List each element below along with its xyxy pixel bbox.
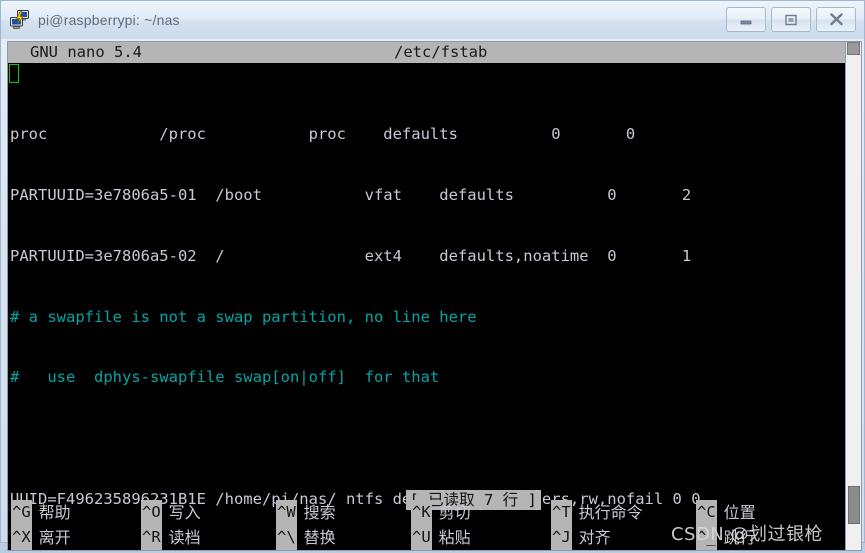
shortcut-key: ^_: [696, 525, 717, 551]
shortcut-label: 离开: [38, 528, 71, 548]
terminal-with-scrollbar: GNU nano 5.4 /etc/fstab proc /proc proc …: [7, 41, 862, 552]
shortcut-label: 替换: [303, 528, 336, 548]
close-button[interactable]: [816, 7, 856, 32]
shortcut-help[interactable]: ^G 帮助: [11, 500, 141, 526]
shortcut-key: ^\: [276, 525, 297, 551]
shortcut-key: ^T: [551, 500, 572, 526]
shortcut-read-file[interactable]: ^R 读档: [141, 525, 276, 551]
putty-icon: [9, 9, 31, 31]
shortcut-label: 对齐: [578, 528, 611, 548]
putty-window: pi@raspberrypi: ~/nas GNU nano 5.4 /etc/…: [0, 0, 865, 552]
shortcut-label: 写入: [168, 503, 201, 523]
shortcut-key: ^J: [551, 525, 572, 551]
window-controls: [726, 7, 856, 32]
shortcut-row-2: ^X 离开 ^R 读档 ^\ 替换 ^U 粘贴 ^J 对齐 ^_ 跳行: [11, 525, 845, 551]
editor-line[interactable]: PARTUUID=3e7806a5-01 /boot vfat defaults…: [10, 185, 845, 205]
shortcut-search[interactable]: ^W 搜索: [276, 500, 411, 526]
editor-line[interactable]: PARTUUID=3e7806a5-02 / ext4 defaults,noa…: [10, 246, 845, 266]
scrollbar-top-marker: [847, 42, 860, 55]
editor-line[interactable]: proc /proc proc defaults 0 0: [10, 124, 845, 144]
text-cursor: [9, 64, 19, 83]
shortcut-location[interactable]: ^C 位置: [696, 500, 756, 526]
shortcut-row-1: ^G 帮助 ^O 写入 ^W 搜索 ^K 剪切 ^T 执行命令 ^C 位置: [11, 500, 845, 526]
shortcut-key: ^X: [11, 525, 32, 551]
shortcut-key: ^K: [411, 500, 432, 526]
shortcut-key: ^G: [11, 500, 32, 526]
nano-version-label: GNU nano 5.4: [30, 43, 142, 61]
shortcut-exit[interactable]: ^X 离开: [11, 525, 141, 551]
editor-line[interactable]: # use dphys-swapfile swap[on|off] for th…: [10, 367, 845, 387]
shortcut-label: 粘贴: [438, 528, 471, 548]
shortcut-label: 执行命令: [578, 503, 643, 523]
editor-line[interactable]: [10, 428, 845, 448]
shortcut-label: 帮助: [38, 503, 71, 523]
shortcut-key: ^R: [141, 525, 162, 551]
shortcut-key: ^U: [411, 525, 432, 551]
shortcut-justify[interactable]: ^J 对齐: [551, 525, 696, 551]
shortcut-label: 剪切: [438, 503, 471, 523]
shortcut-key: ^W: [276, 500, 297, 526]
maximize-button[interactable]: [771, 7, 811, 32]
shortcut-execute[interactable]: ^T 执行命令: [551, 500, 696, 526]
window-title: pi@raspberrypi: ~/nas: [38, 12, 180, 28]
shortcut-paste[interactable]: ^U 粘贴: [411, 525, 551, 551]
shortcut-label: 位置: [723, 503, 756, 523]
terminal-client-area: GNU nano 5.4 /etc/fstab proc /proc proc …: [1, 39, 864, 553]
minimize-button[interactable]: [726, 7, 766, 32]
editor-line[interactable]: # a swapfile is not a swap partition, no…: [10, 307, 845, 327]
scrollbar-thumb[interactable]: [848, 486, 860, 525]
putty-terminal[interactable]: GNU nano 5.4 /etc/fstab proc /proc proc …: [7, 41, 845, 552]
shortcut-replace[interactable]: ^\ 替换: [276, 525, 411, 551]
shortcut-goto-line[interactable]: ^_ 跳行: [696, 525, 756, 551]
shortcut-label: 读档: [168, 528, 201, 548]
window-titlebar[interactable]: pi@raspberrypi: ~/nas: [1, 1, 864, 39]
nano-header-bar: GNU nano 5.4 /etc/fstab: [8, 42, 845, 63]
shortcut-key: ^C: [696, 500, 717, 526]
shortcut-key: ^O: [141, 500, 162, 526]
shortcut-cut[interactable]: ^K 剪切: [411, 500, 551, 526]
shortcut-write-out[interactable]: ^O 写入: [141, 500, 276, 526]
shortcut-label: 跳行: [723, 528, 756, 548]
shortcut-label: 搜索: [303, 503, 336, 523]
nano-status-bar: [ 已读取 7 行 ]: [8, 469, 845, 510]
nano-filename-label: /etc/fstab: [394, 43, 488, 61]
terminal-scrollbar[interactable]: [845, 41, 862, 552]
